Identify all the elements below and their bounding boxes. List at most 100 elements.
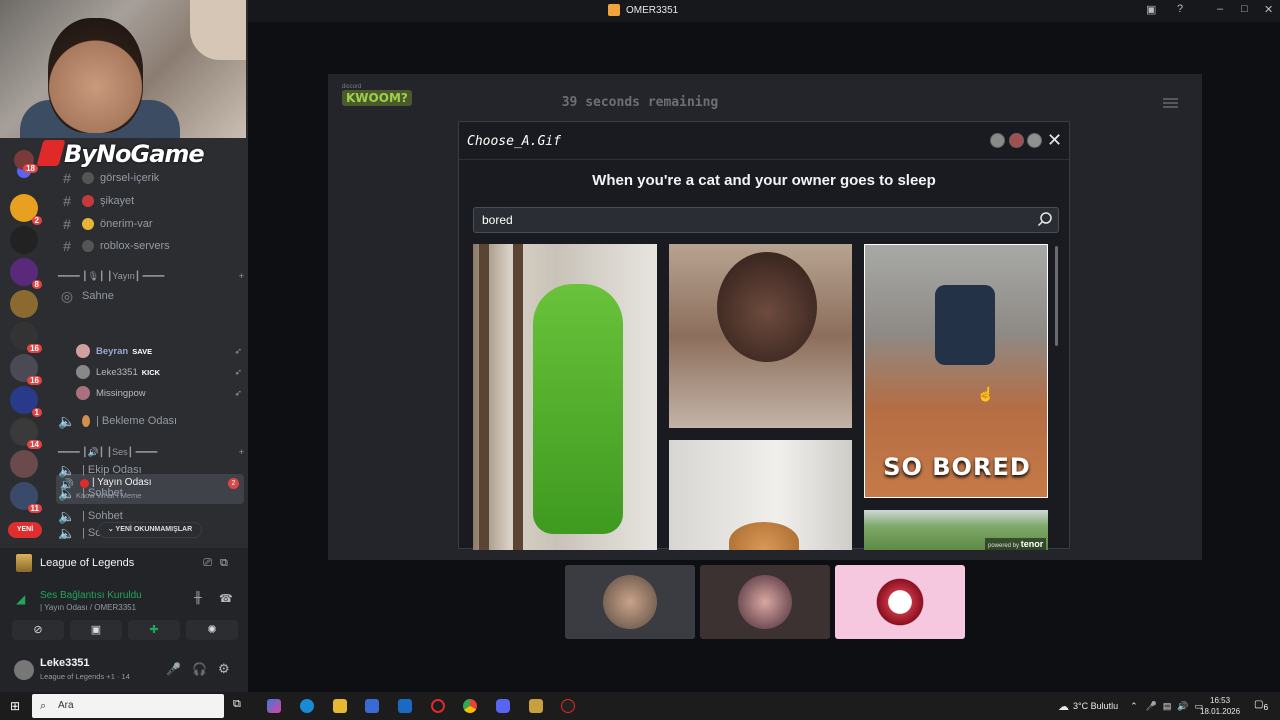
player-tile — [565, 565, 695, 639]
camera-off-button[interactable]: ⊘ — [12, 620, 64, 640]
thumbs-up-icon — [82, 218, 94, 230]
soundboard-button[interactable]: ✺ — [186, 620, 238, 640]
close-icon[interactable]: ✕ — [1047, 130, 1062, 151]
riot-icon[interactable] — [561, 699, 575, 713]
stage-icon: ◎ — [60, 287, 74, 304]
hash-icon: # — [63, 170, 71, 186]
volume-icon[interactable]: 🔊 — [1177, 701, 1188, 712]
hand-cursor-icon: ☝ — [977, 386, 995, 402]
close-window-icon[interactable]: ✕ — [1264, 3, 1273, 16]
server-icon[interactable] — [10, 226, 38, 254]
avatar — [76, 344, 90, 358]
brand-logo: ByNoGame — [36, 140, 205, 168]
new-badge[interactable]: YENİ — [8, 522, 42, 538]
gif-search-input[interactable]: bored — [473, 207, 1059, 233]
screen-share-icon[interactable]: ▣ — [1146, 3, 1156, 16]
player-tile — [835, 565, 965, 639]
voice-user[interactable]: Missingpow ➶ — [76, 384, 242, 402]
server-icon[interactable]: 16 — [10, 322, 42, 353]
microphone-icon[interactable]: 🎤 — [166, 662, 181, 676]
voice-user[interactable]: Beyran SAVE ➶ — [76, 342, 242, 360]
task-view-icon[interactable]: ⧉ — [233, 698, 247, 712]
player-avatar — [1027, 133, 1042, 148]
minimize-icon[interactable]: – — [1217, 3, 1223, 15]
discord-icon[interactable] — [496, 699, 510, 713]
channel-roblox-servers[interactable]: # roblox-servers — [52, 235, 242, 257]
current-user[interactable]: Leke3351 League of Legends +1 · 14 🎤 🎧 ⚙ — [0, 654, 248, 686]
avatar — [873, 575, 927, 629]
server-icon[interactable]: 11 — [10, 482, 42, 513]
channel-sikayet[interactable]: # şikayet — [52, 190, 242, 212]
gif-result[interactable] — [669, 244, 852, 428]
server-icon[interactable]: 16 — [10, 354, 42, 385]
league-icon[interactable] — [529, 699, 543, 713]
copilot-icon[interactable] — [267, 699, 281, 713]
server-rail: 2 8 16 16 1 14 11 18 — [0, 150, 48, 550]
league-icon — [16, 554, 32, 572]
opera-icon[interactable] — [431, 699, 445, 713]
activities-button[interactable]: ✚ — [128, 620, 180, 640]
channel-sohbet[interactable]: 🔈| Sohbet — [52, 482, 242, 504]
windows-start-icon[interactable]: ⊞ — [10, 699, 20, 713]
channel-bekleme-odasi[interactable]: 🔈 | Bekleme Odası — [52, 410, 242, 432]
edge-icon[interactable] — [300, 699, 314, 713]
server-icon[interactable]: 2 — [10, 194, 42, 225]
chrome-icon[interactable] — [463, 699, 477, 713]
activity-row[interactable]: League of Legends ⎚ ⧉ — [0, 548, 248, 578]
gear-icon[interactable]: ⚙ — [218, 661, 230, 677]
rocket-icon: ➶ — [234, 366, 242, 377]
signal-icon[interactable]: ◢ — [16, 592, 25, 606]
network-icon[interactable]: ▤ — [1163, 701, 1172, 712]
gamepad-icon — [82, 240, 94, 252]
server-icon[interactable]: 1 — [10, 386, 42, 417]
gif-result-selected[interactable]: SO BORED — [864, 244, 1048, 498]
disconnect-icon[interactable]: ☎ — [219, 592, 233, 605]
help-icon[interactable]: ? — [1177, 3, 1183, 15]
webcam-overlay — [0, 0, 246, 138]
plus-icon[interactable]: + — [239, 447, 244, 458]
hamburger-menu-icon[interactable] — [1163, 98, 1178, 110]
headphones-icon[interactable]: 🎧 — [192, 662, 207, 676]
channel-gorsel-icerik[interactable]: # görsel-içerik — [52, 167, 242, 189]
channel-onerim-var[interactable]: # önerim-var — [52, 213, 242, 235]
avatar — [76, 365, 90, 379]
server-icon[interactable]: 8 — [10, 258, 42, 289]
hash-icon: # — [63, 238, 71, 254]
search-icon[interactable] — [1037, 211, 1053, 227]
chevron-up-icon[interactable]: ⌃ — [1130, 701, 1138, 712]
gif-result[interactable] — [669, 440, 852, 550]
plus-icon[interactable]: + — [239, 271, 244, 282]
notification-icon[interactable]: ▢6 — [1254, 699, 1268, 712]
speaker-icon: 🔈 — [58, 412, 76, 429]
clock[interactable]: 16:53 18.01.2026 — [1200, 695, 1240, 717]
hourglass-icon — [82, 415, 90, 427]
microphone-icon[interactable]: 🎤 — [1146, 701, 1157, 712]
server-icon[interactable]: 18 — [14, 150, 38, 173]
new-unread-button[interactable]: ⌄ YENİ OKUNMAMIŞLAR — [98, 522, 202, 538]
category-yayin[interactable]: ━━━━ ┃🎙┃ ┃Yayın┃ ━━━━ + — [58, 271, 244, 282]
speaker-icon: 🔈 — [58, 527, 76, 539]
taskbar-search[interactable]: ⌕ Ara — [32, 694, 224, 718]
screen-share-button[interactable]: ▣ — [70, 620, 122, 640]
screen-share-icon[interactable]: ⧉ — [220, 557, 228, 570]
emoji-icon — [82, 195, 94, 207]
category-ses[interactable]: ━━━━ ┃🔊┃ ┃Ses┃ ━━━━ + — [58, 447, 244, 458]
speaker-icon: 🔈 — [58, 507, 76, 524]
server-icon[interactable]: 14 — [10, 418, 42, 449]
activity-icon[interactable]: ⎚ — [203, 557, 212, 570]
dialog-title: Choose_A.Gif — [467, 134, 561, 149]
store-icon[interactable] — [365, 699, 379, 713]
player-tile — [700, 565, 830, 639]
channel-ekip-odasi[interactable]: 🔈 | Ekip Odası — [52, 459, 242, 481]
gif-result[interactable] — [473, 244, 657, 550]
scrollbar[interactable] — [1055, 246, 1058, 346]
rocket-icon: ➶ — [234, 387, 242, 398]
mail-icon[interactable] — [398, 699, 412, 713]
maximize-icon[interactable]: □ — [1241, 3, 1248, 15]
noise-suppression-icon[interactable]: ╫ — [194, 592, 202, 604]
voice-user[interactable]: Leke3351 KICK ➶ — [76, 363, 242, 381]
server-icon[interactable] — [10, 290, 38, 318]
file-explorer-icon[interactable] — [333, 699, 347, 713]
server-icon[interactable] — [10, 450, 38, 478]
channel-sahne[interactable]: ◎ Sahne — [52, 285, 242, 307]
